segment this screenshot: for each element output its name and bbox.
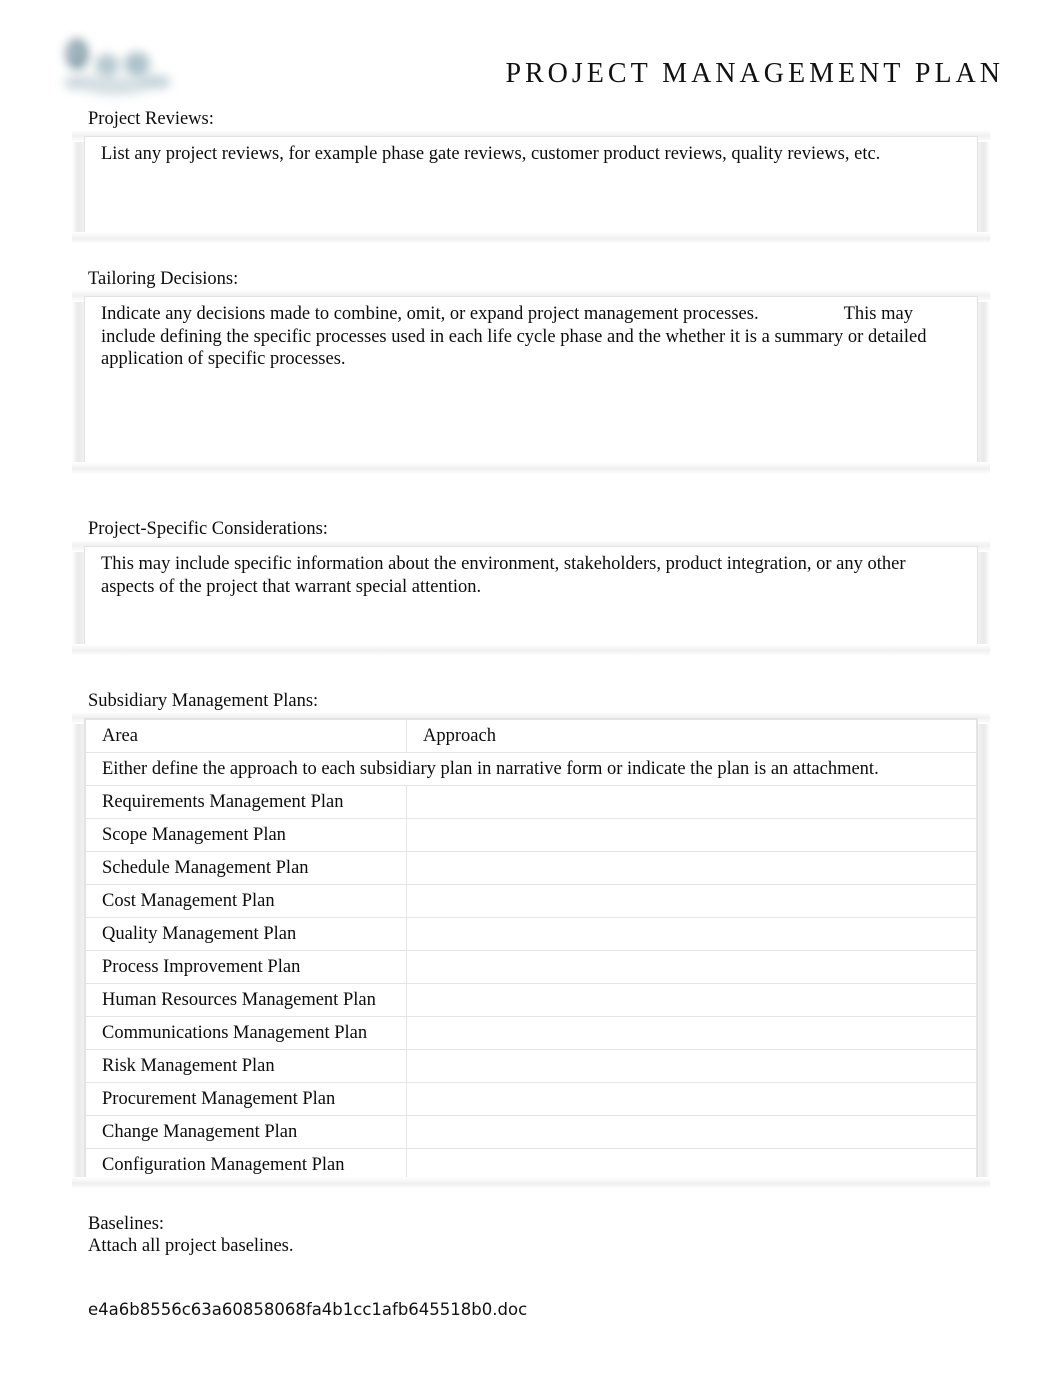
- project-reviews-input-box[interactable]: List any project reviews, for example ph…: [84, 136, 978, 238]
- section-project-reviews: Project Reviews: List any project review…: [0, 108, 1062, 244]
- column-header-area: Area: [85, 719, 407, 753]
- table-cell-area: Requirements Management Plan: [85, 785, 407, 819]
- section-project-specific-considerations: Project-Specific Considerations: This ma…: [0, 518, 1062, 656]
- table-cell-area: Cost Management Plan: [85, 884, 407, 918]
- page-title: PROJECT MANAGEMENT PLAN: [505, 58, 1004, 89]
- column-header-approach: Approach: [406, 719, 977, 753]
- table-instruction-text: Either define the approach to each subsi…: [85, 752, 977, 786]
- table-cell-approach[interactable]: [406, 1148, 977, 1182]
- subsidiary-management-plans-table-wrap: Area Approach Either define the approach…: [84, 718, 978, 1183]
- subsidiary-management-plans-box-shadow: Area Approach Either define the approach…: [72, 712, 990, 1189]
- subsidiary-management-plans-table: Area Approach Either define the approach…: [85, 719, 977, 1182]
- subsidiary-management-plans-label: Subsidiary Management Plans:: [88, 691, 319, 711]
- project-specific-considerations-box-shadow: This may include specific information ab…: [72, 540, 990, 656]
- table-cell-approach[interactable]: [406, 1049, 977, 1083]
- project-reviews-text: List any project reviews, for example ph…: [101, 144, 881, 164]
- table-cell-area: Procurement Management Plan: [85, 1082, 407, 1116]
- table-cell-approach[interactable]: [406, 917, 977, 951]
- table-cell-area: Configuration Management Plan: [85, 1148, 407, 1182]
- table-row: Cost Management Plan: [85, 884, 977, 918]
- page-header: PROJECT MANAGEMENT PLAN: [0, 0, 1062, 108]
- table-row: Quality Management Plan: [85, 917, 977, 951]
- footer-filename: e4a6b8556c63a60858068fa4b1cc1afb645518b0…: [88, 1300, 528, 1319]
- section-baselines: Baselines: Attach all project baselines.: [0, 1213, 1062, 1257]
- table-row: Schedule Management Plan: [85, 851, 977, 885]
- document-body: Project Reviews: List any project review…: [0, 108, 1062, 1257]
- project-specific-considerations-input-box[interactable]: This may include specific information ab…: [84, 546, 978, 650]
- project-specific-considerations-label: Project-Specific Considerations:: [88, 519, 328, 539]
- project-reviews-box-shadow: List any project reviews, for example ph…: [72, 130, 990, 244]
- table-row: Process Improvement Plan: [85, 950, 977, 984]
- baselines-label: Baselines:: [88, 1214, 165, 1234]
- table-cell-area: Communications Management Plan: [85, 1016, 407, 1050]
- table-row: Risk Management Plan: [85, 1049, 977, 1083]
- project-reviews-label: Project Reviews:: [88, 109, 214, 129]
- tailoring-decisions-input-box[interactable]: Indicate any decisions made to combine, …: [84, 296, 978, 468]
- tailoring-decisions-label: Tailoring Decisions:: [88, 269, 239, 289]
- table-row: Scope Management Plan: [85, 818, 977, 852]
- tailoring-decisions-text: Indicate any decisions made to combine, …: [85, 297, 977, 377]
- table-row: Requirements Management Plan: [85, 785, 977, 819]
- table-cell-approach[interactable]: [406, 1082, 977, 1116]
- table-cell-approach[interactable]: [406, 818, 977, 852]
- table-cell-area: Schedule Management Plan: [85, 851, 407, 885]
- table-cell-approach[interactable]: [406, 1115, 977, 1149]
- table-row: Procurement Management Plan: [85, 1082, 977, 1116]
- project-specific-considerations-text: This may include specific information ab…: [101, 554, 906, 597]
- baselines-text: Attach all project baselines.: [88, 1236, 294, 1256]
- table-cell-area: Quality Management Plan: [85, 917, 407, 951]
- table-instruction-row: Either define the approach to each subsi…: [85, 752, 977, 786]
- table-cell-approach[interactable]: [406, 884, 977, 918]
- table-header-row: Area Approach: [85, 719, 977, 753]
- tailoring-decisions-text-part1: Indicate any decisions made to combine, …: [101, 304, 759, 324]
- table-cell-approach[interactable]: [406, 950, 977, 984]
- table-row: Configuration Management Plan: [85, 1148, 977, 1182]
- table-cell-approach[interactable]: [406, 983, 977, 1017]
- tailoring-decisions-box-shadow: Indicate any decisions made to combine, …: [72, 290, 990, 474]
- table-cell-area: Human Resources Management Plan: [85, 983, 407, 1017]
- table-row: Human Resources Management Plan: [85, 983, 977, 1017]
- table-row: Communications Management Plan: [85, 1016, 977, 1050]
- table-cell-area: Change Management Plan: [85, 1115, 407, 1149]
- section-tailoring-decisions: Tailoring Decisions: Indicate any decisi…: [0, 268, 1062, 474]
- table-cell-area: Scope Management Plan: [85, 818, 407, 852]
- table-cell-approach[interactable]: [406, 1016, 977, 1050]
- section-subsidiary-management-plans: Subsidiary Management Plans: Area Approa…: [0, 690, 1062, 1189]
- table-row: Change Management Plan: [85, 1115, 977, 1149]
- table-cell-area: Risk Management Plan: [85, 1049, 407, 1083]
- table-cell-approach[interactable]: [406, 851, 977, 885]
- table-cell-approach[interactable]: [406, 785, 977, 819]
- table-cell-area: Process Improvement Plan: [85, 950, 407, 984]
